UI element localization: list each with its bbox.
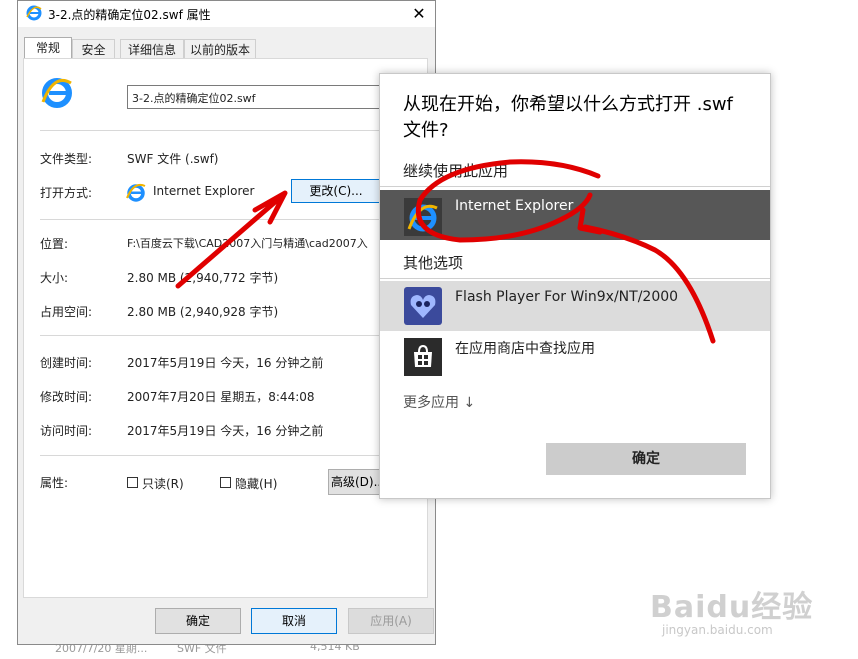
open-with-value: Internet Explorer	[153, 184, 255, 198]
modified-value: 2007年7月20日 星期五，8:44:08	[127, 390, 315, 404]
open-with-question: 从现在开始，你希望以什么方式打开 .swf 文件?	[403, 94, 733, 141]
ie-icon	[404, 198, 442, 236]
divider	[40, 130, 428, 131]
app-option-store[interactable]: 在应用商店中查找应用	[380, 332, 770, 382]
hidden-checkbox[interactable]	[220, 477, 231, 488]
close-icon[interactable]: ✕	[406, 3, 432, 25]
size-on-disk-label: 占用空间:	[40, 305, 93, 319]
keep-using-heading: 继续使用此应用	[403, 162, 509, 180]
readonly-checkbox[interactable]	[127, 477, 138, 488]
created-value: 2017年5月19日 今天，16 分钟之前	[127, 356, 324, 370]
modified-label: 修改时间:	[40, 390, 93, 404]
app-option-flash-player[interactable]: Flash Player For Win9x/NT/2000	[380, 281, 770, 331]
divider	[40, 219, 428, 220]
change-button[interactable]: 更改(C)...	[291, 179, 381, 203]
ie-icon	[26, 5, 42, 21]
location-value: F:\百度云下载\CAD2007入门与精通\cad2007入	[127, 237, 368, 250]
open-with-label: 打开方式:	[40, 186, 93, 200]
baidu-watermark-logo: Baidu经验	[650, 590, 814, 625]
window-title: 3-2.点的精确定位02.swf 属性	[48, 8, 211, 22]
ie-icon	[126, 183, 146, 202]
tab-previous-versions[interactable]: 以前的版本	[184, 39, 256, 59]
location-label: 位置:	[40, 237, 69, 251]
attributes-label: 属性:	[40, 476, 69, 490]
open-with-popup: 从现在开始，你希望以什么方式打开 .swf 文件? 继续使用此应用 Intern…	[379, 73, 771, 499]
ok-button[interactable]: 确定	[155, 608, 241, 634]
created-label: 创建时间:	[40, 356, 93, 370]
size-label: 大小:	[40, 271, 69, 285]
file-type-label: 文件类型:	[40, 152, 93, 166]
app-label: 在应用商店中查找应用	[455, 341, 595, 357]
tab-general[interactable]: 常规	[24, 37, 72, 59]
hidden-label[interactable]: 隐藏(H)	[235, 475, 277, 492]
flash-player-icon	[404, 287, 442, 325]
more-apps-link[interactable]: 更多应用 ↓	[403, 392, 475, 412]
title-bar[interactable]: 3-2.点的精确定位02.swf 属性 ✕	[18, 1, 435, 27]
size-on-disk-value: 2.80 MB (2,940,928 字节)	[127, 305, 279, 319]
accessed-label: 访问时间:	[40, 424, 93, 438]
size-value: 2.80 MB (2,940,772 字节)	[127, 271, 279, 285]
tab-security[interactable]: 安全	[72, 39, 115, 59]
readonly-label[interactable]: 只读(R)	[142, 475, 184, 492]
divider	[40, 335, 428, 336]
divider	[380, 186, 770, 187]
ie-icon	[41, 78, 72, 108]
app-option-internet-explorer[interactable]: Internet Explorer	[380, 190, 770, 240]
app-label: Internet Explorer	[455, 198, 574, 214]
divider	[380, 278, 770, 279]
tab-details[interactable]: 详细信息	[120, 39, 184, 59]
general-tab-panel	[23, 58, 428, 598]
other-options-heading: 其他选项	[403, 254, 464, 272]
apply-button[interactable]: 应用(A)	[348, 608, 434, 634]
confirm-button[interactable]: 确定	[546, 443, 746, 475]
divider	[40, 455, 428, 456]
accessed-value: 2017年5月19日 今天，16 分钟之前	[127, 424, 324, 438]
app-label: Flash Player For Win9x/NT/2000	[455, 289, 679, 305]
file-type-value: SWF 文件 (.swf)	[127, 152, 219, 166]
properties-dialog: 3-2.点的精确定位02.swf 属性 ✕ 常规 安全 详细信息 以前的版本 3…	[17, 0, 436, 645]
cancel-button[interactable]: 取消	[251, 608, 337, 634]
baidu-watermark-url: jingyan.baidu.com	[662, 623, 773, 637]
store-icon	[404, 338, 442, 376]
